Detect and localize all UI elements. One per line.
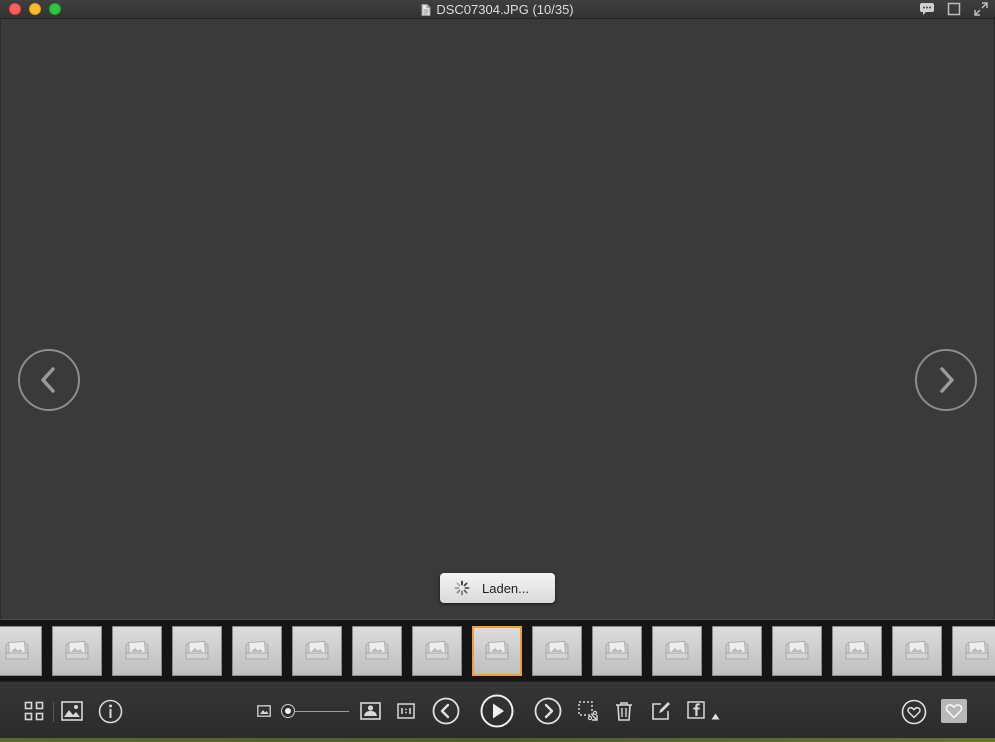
filmstrip-thumbnail[interactable]	[772, 626, 822, 676]
image-placeholder-icon	[5, 640, 29, 660]
previous-image-button[interactable]	[18, 349, 80, 411]
filmstrip-thumbnail[interactable]	[592, 626, 642, 676]
filmstrip-thumbnail[interactable]	[952, 626, 995, 676]
actual-size-icon[interactable]	[396, 701, 416, 721]
spinner-icon	[454, 580, 470, 596]
image-placeholder-icon	[425, 640, 449, 660]
trash-icon[interactable]	[614, 700, 634, 722]
grid-view-icon[interactable]	[23, 700, 45, 722]
filmstrip-thumbnail[interactable]	[112, 626, 162, 676]
previous-button[interactable]	[432, 697, 460, 725]
next-button[interactable]	[534, 697, 562, 725]
zoom-in-image-icon[interactable]	[359, 701, 381, 721]
filmstrip-thumbnail[interactable]	[652, 626, 702, 676]
favorites-filter-heart-icon[interactable]	[941, 699, 967, 723]
image-placeholder-icon	[905, 640, 929, 660]
filmstrip-thumbnail[interactable]	[472, 626, 522, 676]
image-placeholder-icon	[485, 640, 509, 660]
chevron-right-icon	[940, 367, 954, 393]
image-placeholder-icon	[785, 640, 809, 660]
single-image-view-icon[interactable]	[61, 700, 83, 722]
bottom-toolbar	[0, 681, 995, 742]
desktop-edge	[0, 738, 995, 742]
zoom-slider-knob[interactable]	[282, 705, 294, 717]
image-viewer[interactable]: Laden...	[0, 19, 995, 619]
image-placeholder-icon	[185, 640, 209, 660]
loading-indicator: Laden...	[440, 573, 555, 603]
image-placeholder-icon	[725, 640, 749, 660]
toolbar-separator	[53, 702, 54, 722]
filmstrip-thumbnail[interactable]	[52, 626, 102, 676]
crop-icon[interactable]	[577, 700, 599, 722]
loading-label: Laden...	[482, 580, 529, 596]
image-placeholder-icon	[245, 640, 269, 660]
image-placeholder-icon	[125, 640, 149, 660]
image-placeholder-icon	[665, 640, 689, 660]
share-menu-triangle-icon[interactable]	[710, 712, 720, 720]
filmstrip-thumbnail[interactable]	[712, 626, 762, 676]
filmstrip-thumbnail[interactable]	[232, 626, 282, 676]
window-title: DSC07304.JPG (10/35)	[436, 2, 574, 17]
info-icon[interactable]	[98, 699, 123, 724]
facebook-share-icon[interactable]	[686, 700, 706, 720]
title-bar: DSC07304.JPG (10/35)	[0, 0, 995, 19]
image-placeholder-icon	[365, 640, 389, 660]
chevron-left-icon	[41, 367, 55, 393]
edit-icon[interactable]	[650, 700, 672, 722]
image-placeholder-icon	[845, 640, 869, 660]
favorite-heart-icon[interactable]	[900, 698, 927, 725]
zoom-out-image-icon[interactable]	[256, 704, 271, 718]
filmstrip-thumbnail[interactable]	[532, 626, 582, 676]
zoom-slider-track[interactable]	[288, 711, 349, 712]
image-placeholder-icon	[605, 640, 629, 660]
next-image-button[interactable]	[915, 349, 977, 411]
chevron-right-circle-icon	[534, 697, 562, 725]
filmstrip-thumbnail[interactable]	[832, 626, 882, 676]
document-icon	[421, 4, 431, 19]
image-placeholder-icon	[965, 640, 989, 660]
filmstrip-thumbnail[interactable]	[352, 626, 402, 676]
filmstrip[interactable]	[0, 619, 995, 681]
image-placeholder-icon	[545, 640, 569, 660]
image-placeholder-icon	[305, 640, 329, 660]
filmstrip-thumbnail[interactable]	[172, 626, 222, 676]
filmstrip-thumbnail[interactable]	[292, 626, 342, 676]
image-placeholder-icon	[65, 640, 89, 660]
filmstrip-thumbnail[interactable]	[892, 626, 942, 676]
play-icon	[480, 694, 514, 728]
filmstrip-thumbnail[interactable]	[412, 626, 462, 676]
chevron-left-circle-icon	[432, 697, 460, 725]
filmstrip-thumbnail[interactable]	[0, 626, 42, 676]
window-title-wrap: DSC07304.JPG (10/35)	[0, 2, 995, 19]
play-slideshow-button[interactable]	[480, 694, 514, 728]
